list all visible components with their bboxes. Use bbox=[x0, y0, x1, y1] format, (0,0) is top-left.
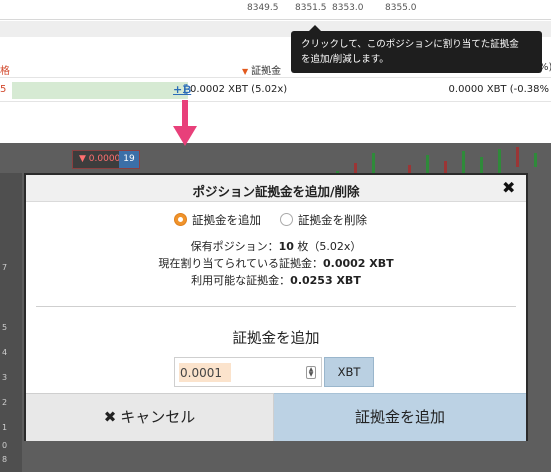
position-price-cell: 5 bbox=[0, 84, 7, 95]
position-row: 5 +₿ 0.0002 XBT (5.02x) 0.0000 XBT (-0.3… bbox=[0, 79, 551, 102]
price-cell: 8349.5 bbox=[247, 3, 279, 13]
candle-mark bbox=[462, 151, 465, 175]
position-pnl-value: 0.0000 XBT (-0.38% bbox=[448, 84, 549, 95]
margin-dialog: ポジション証拠金を追加/削除 ✖ 証拠金を追加 証拠金を削除 保有ポジション：1… bbox=[24, 173, 528, 441]
column-header-price[interactable]: 格 bbox=[0, 62, 10, 77]
positions-panel: 8349.5 8351.5 8353.0 8355.0 格 ▼証拠金 %) 5 … bbox=[0, 0, 551, 143]
available-margin-line: 利用可能な証拠金：0.0253 XBT bbox=[191, 274, 361, 287]
cancel-button[interactable]: ✖ キャンセル bbox=[26, 393, 274, 441]
candle-mark bbox=[516, 147, 519, 167]
mode-radio-group: 証拠金を追加 証拠金を削除 bbox=[26, 211, 526, 229]
price-cell: 8355.0 bbox=[385, 3, 417, 13]
axis-label: 1 bbox=[2, 423, 8, 432]
price-cell: 8351.5 bbox=[295, 3, 327, 13]
available-margin-value: 0.0253 XBT bbox=[290, 274, 361, 287]
cancel-button-label: キャンセル bbox=[120, 408, 196, 426]
close-icon: ✖ bbox=[103, 408, 117, 426]
radio-add-margin[interactable] bbox=[174, 213, 187, 226]
position-margin-value: 0.0002 XBT (5.02x) bbox=[190, 84, 288, 95]
tooltip-line: を追加/削減します。 bbox=[301, 54, 389, 65]
margin-bar bbox=[12, 82, 188, 99]
left-axis-strip: 7 5 4 3 2 1 0 8 bbox=[0, 173, 22, 472]
amount-field[interactable]: ▲▼ bbox=[174, 357, 322, 387]
axis-label: 8 bbox=[2, 455, 8, 464]
column-header-margin[interactable]: ▼ 証拠金 bbox=[242, 62, 281, 77]
currency-unit-button[interactable]: XBT bbox=[324, 357, 374, 387]
axis-label: 0 bbox=[2, 441, 8, 450]
add-margin-link[interactable]: +₿ bbox=[173, 83, 191, 96]
allocated-margin-value: 0.0002 XBT bbox=[323, 257, 394, 270]
pink-arrow-icon bbox=[173, 100, 197, 146]
amount-input[interactable] bbox=[179, 363, 231, 382]
add-margin-heading: 証拠金を追加 bbox=[232, 331, 320, 347]
candle-mark bbox=[426, 155, 429, 175]
held-position-value: 10 bbox=[278, 240, 294, 253]
axis-label: 4 bbox=[2, 348, 8, 357]
candle-mark bbox=[372, 153, 375, 175]
axis-label: 5 bbox=[2, 323, 8, 332]
candle-mark bbox=[498, 149, 501, 175]
margin-tooltip: クリックして、このポジションに割り当てた証拠金 を追加/削減します。 bbox=[291, 31, 542, 73]
axis-label: 2 bbox=[2, 398, 8, 407]
radio-remove-margin[interactable] bbox=[280, 213, 293, 226]
sort-down-icon: ▼ bbox=[242, 67, 249, 76]
dialog-header: ポジション証拠金を追加/削除 ✖ bbox=[26, 175, 526, 202]
stepper-icon[interactable]: ▲ ▼ bbox=[306, 366, 316, 379]
axis-label: 3 bbox=[2, 373, 8, 382]
radio-add-margin-label[interactable]: 証拠金を追加 bbox=[192, 212, 261, 228]
close-icon[interactable]: ✖ bbox=[502, 178, 515, 197]
radio-remove-margin-label[interactable]: 証拠金を削除 bbox=[298, 212, 367, 228]
tooltip-line: クリックして、このポジションに割り当てた証拠金 bbox=[301, 39, 519, 50]
candle-mark bbox=[534, 153, 537, 167]
orderbook-price-row: 8349.5 8351.5 8353.0 8355.0 bbox=[0, 0, 551, 20]
held-position-line: 保有ポジション：10 枚（5.02x） bbox=[190, 240, 362, 253]
axis-label: 7 bbox=[2, 263, 8, 272]
add-margin-button[interactable]: 証拠金を追加 bbox=[274, 393, 526, 441]
dialog-title: ポジション証拠金を追加/削除 bbox=[192, 184, 360, 199]
price-cell: 8353.0 bbox=[332, 3, 364, 13]
allocated-margin-line: 現在割り当てられている証拠金：0.0002 XBT bbox=[158, 257, 394, 270]
order-count-badge: 19 bbox=[119, 151, 139, 168]
divider bbox=[36, 306, 516, 307]
